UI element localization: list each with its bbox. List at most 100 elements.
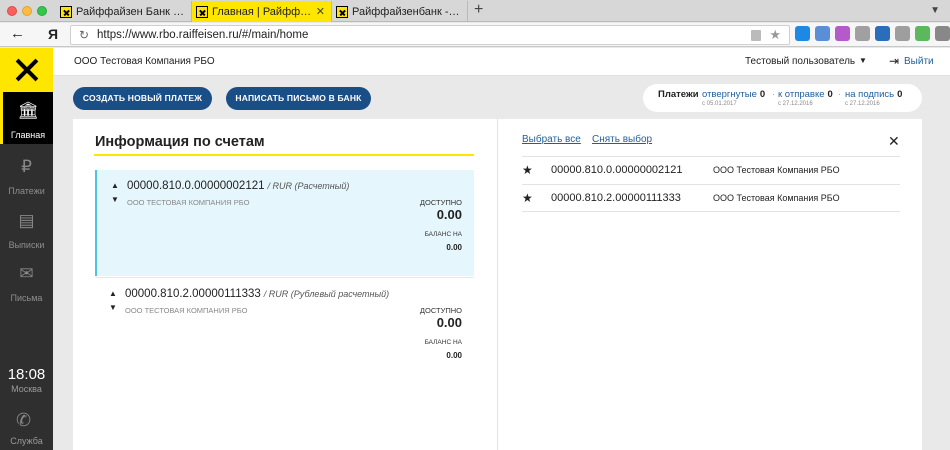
browser-tab-active[interactable]: Главная | Райффайзен ✕ [192, 1, 332, 22]
browser-extension-icon[interactable] [915, 26, 930, 41]
accounts-panel: Информация по счетам ▲ ▼ 00000.810.0.000… [73, 119, 498, 450]
write-letter-button[interactable]: НАПИСАТЬ ПИСЬМО В БАНК [226, 87, 371, 110]
raiffeisen-logo[interactable] [0, 48, 53, 92]
available-value: 0.00 [436, 207, 462, 222]
browser-extension-icon[interactable] [935, 26, 950, 41]
chevron-down-icon[interactable]: ▼ [859, 56, 867, 65]
close-icon[interactable]: ✕ [888, 133, 900, 150]
title-underline [94, 154, 474, 156]
statements-icon: ▤ [18, 211, 35, 230]
separator-dot: · [838, 89, 841, 99]
payments-rejected-date: с 05.01.2017 [702, 101, 737, 107]
account-card[interactable]: ▲ ▼ 00000.810.2.00000111333/ RUR (Рублев… [95, 277, 474, 383]
chevron-down-icon[interactable]: ▼ [111, 195, 119, 204]
payments-to-sign[interactable]: на подпись 0 [845, 89, 902, 100]
sidebar-item-home[interactable]: 🏛 Главная [0, 92, 53, 144]
favorite-account-row[interactable]: ★ 00000.810.2.00000111333 ООО Тестовая К… [522, 184, 900, 212]
sidebar-item-statements[interactable]: ▤ Выписки [0, 202, 53, 254]
new-tab-button[interactable]: + [474, 1, 483, 19]
account-number[interactable]: 00000.810.2.00000111333/ RUR (Рублевый р… [125, 288, 389, 300]
company-name: ООО Тестовая Компания РБО [74, 56, 215, 67]
payments-to-send-link[interactable]: к отправке [778, 89, 825, 100]
browser-extensions [795, 26, 950, 41]
tab-title: Главная | Райффайзен [212, 5, 312, 18]
browser-tab[interactable]: Райффайзенбанк - систе [332, 1, 468, 22]
account-owner: ООО ТЕСТОВАЯ КОМПАНИЯ РБО [125, 306, 248, 315]
browser-extension-icon[interactable] [875, 26, 890, 41]
logout-icon[interactable]: ⇥ [889, 54, 899, 68]
minimize-window-button[interactable] [22, 6, 32, 16]
page-info-icon[interactable] [751, 30, 761, 41]
account-owner: ООО ТЕСТОВАЯ КОМПАНИЯ РБО [127, 198, 250, 207]
browser-extension-icon[interactable] [815, 26, 830, 41]
yandex-logo[interactable]: Я [48, 26, 58, 42]
bookmark-star-icon[interactable]: ★ [769, 27, 781, 43]
browser-address-bar: ← Я ↻ https://www.rbo.raiffeisen.ru/#/ma… [0, 23, 950, 47]
clock-time: 18:08 [7, 366, 46, 383]
favorite-account-row[interactable]: ★ 00000.810.0.00000002121 ООО Тестовая К… [522, 156, 900, 184]
account-card-selected[interactable]: ▲ ▼ 00000.810.0.00000002121/ RUR (Расчет… [95, 170, 474, 276]
bank-icon: 🏛 [17, 101, 39, 120]
chevron-up-icon[interactable]: ▲ [111, 181, 119, 190]
app-header: ООО Тестовая Компания РБО Тестовый польз… [53, 48, 950, 76]
tab-list-chevron-icon[interactable]: ▼ [930, 5, 940, 16]
favorite-account-company: ООО Тестовая Компания РБО [713, 165, 840, 175]
available-value: 0.00 [436, 315, 462, 330]
payments-to-send-count: 0 [827, 89, 833, 100]
back-button[interactable]: ← [10, 25, 25, 42]
maximize-window-button[interactable] [37, 6, 47, 16]
sidebar-item-letters[interactable]: ✉ Письма [0, 255, 53, 307]
select-all-link[interactable]: Выбрать все [522, 134, 581, 145]
logout-link[interactable]: Выйти [904, 56, 934, 67]
raiffeisen-favicon-icon [60, 5, 72, 18]
tab-title: Райффайзенбанк - систе [352, 5, 461, 18]
payments-rejected-link[interactable]: отвергнутые [702, 89, 757, 100]
payments-rejected-count: 0 [759, 89, 766, 100]
account-number-text[interactable]: 00000.810.0.00000002121 [127, 180, 265, 192]
payments-to-sign-date: с 27.12.2016 [845, 101, 880, 107]
user-menu[interactable]: Тестовый пользователь [745, 56, 855, 67]
account-number-text[interactable]: 00000.810.2.00000111333 [125, 288, 261, 300]
browser-tab[interactable]: Райффайзен Банк - Мало [56, 1, 192, 22]
account-type: / RUR (Рублевый расчетный) [263, 289, 390, 299]
phone-icon[interactable]: ✆ [16, 410, 31, 431]
sidebar-item-label: Платежи [8, 186, 45, 196]
payments-icon: ₽ [21, 157, 32, 176]
star-icon[interactable]: ★ [522, 191, 533, 205]
browser-extension-icon[interactable] [835, 26, 850, 41]
url-text[interactable]: https://www.rbo.raiffeisen.ru/#/main/hom… [97, 29, 308, 41]
sidebar-item-payments[interactable]: ₽ Платежи [0, 148, 53, 200]
separator-dot: · [772, 89, 775, 99]
chevron-up-icon[interactable]: ▲ [109, 289, 117, 298]
account-type: / RUR (Расчетный) [267, 181, 350, 191]
browser-extension-icon[interactable] [855, 26, 870, 41]
sidebar-item-label: Главная [10, 130, 46, 140]
new-payment-button[interactable]: СОЗДАТЬ НОВЫЙ ПЛАТЕЖ [73, 87, 212, 110]
payments-summary-title: Платежи [658, 89, 699, 100]
star-icon[interactable]: ★ [522, 163, 533, 177]
browser-extension-icon[interactable] [795, 26, 810, 41]
url-field[interactable]: ↻ https://www.rbo.raiffeisen.ru/#/main/h… [70, 25, 790, 45]
favorites-panel: Выбрать все Снять выбор ✕ ★ 00000.810.0.… [499, 119, 922, 450]
sidebar-item-label: Выписки [8, 240, 45, 250]
available-label: ДОСТУПНО [419, 306, 462, 315]
account-number[interactable]: 00000.810.0.00000002121/ RUR (Расчетный) [127, 180, 349, 192]
support-label[interactable]: Служба [0, 436, 53, 446]
browser-extension-icon[interactable] [895, 26, 910, 41]
close-window-button[interactable] [7, 6, 17, 16]
raiffeisen-favicon-icon [336, 5, 348, 18]
payments-to-sign-link[interactable]: на подпись [845, 89, 894, 100]
clock-city: Москва [11, 384, 42, 394]
clear-selection-link[interactable]: Снять выбор [592, 134, 652, 145]
tab-close-icon[interactable]: ✕ [316, 5, 325, 18]
balance-value: 0.00 [446, 243, 462, 252]
payments-to-send-date: с 27.12.2016 [778, 101, 813, 107]
accounts-title: Информация по счетам [95, 134, 265, 150]
chevron-down-icon[interactable]: ▼ [109, 303, 117, 312]
payments-summary: Платежи отвергнутые 0 с 05.01.2017 · к от… [643, 84, 922, 112]
payments-to-send[interactable]: к отправке 0 [778, 89, 833, 100]
balance-value: 0.00 [446, 351, 462, 360]
payments-rejected[interactable]: отвергнутые 0 [702, 89, 765, 100]
reload-icon[interactable]: ↻ [79, 28, 89, 42]
balance-label: БАЛАНС НА [424, 339, 462, 346]
